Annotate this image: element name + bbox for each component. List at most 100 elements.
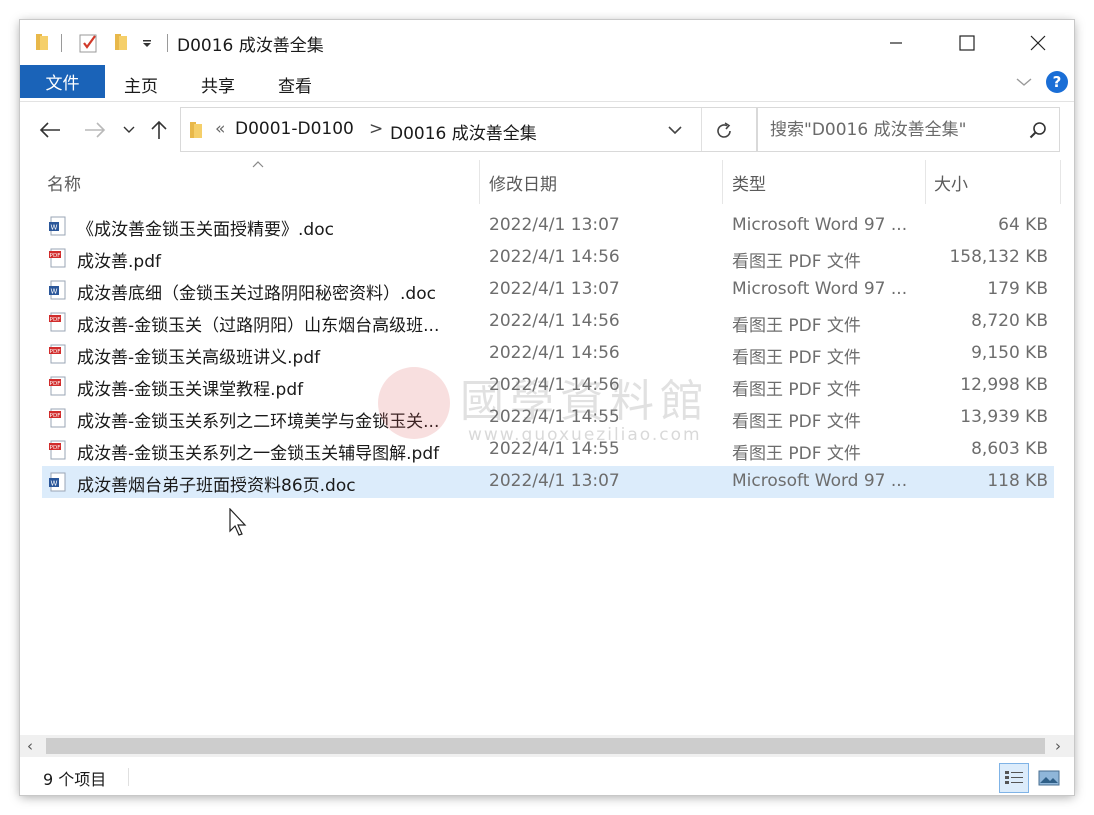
file-size: 12,998 KB bbox=[960, 375, 1048, 395]
breadcrumb-current[interactable]: D0016 成汝善全集 bbox=[390, 119, 537, 144]
file-size: 8,603 KB bbox=[971, 439, 1048, 459]
tab-share[interactable]: 共享 bbox=[201, 72, 235, 97]
folder-icon bbox=[190, 122, 202, 138]
breadcrumb-overflow[interactable]: « bbox=[215, 119, 225, 139]
breadcrumb-separator[interactable]: > bbox=[369, 119, 383, 139]
file-type: Microsoft Word 97 ... bbox=[732, 215, 908, 235]
large-icons-view-icon bbox=[1038, 770, 1060, 786]
svg-text:W: W bbox=[51, 288, 58, 296]
item-count: 9 个项目 bbox=[43, 770, 107, 789]
sort-ascending-icon bbox=[252, 161, 264, 168]
search-input[interactable] bbox=[768, 118, 1022, 142]
svg-text:PDF: PDF bbox=[50, 253, 61, 259]
file-size: 9,150 KB bbox=[971, 343, 1048, 363]
status-bar: 9 个项目 bbox=[20, 760, 1074, 795]
file-date: 2022/4/1 14:56 bbox=[489, 343, 620, 363]
up-arrow-icon[interactable] bbox=[150, 120, 168, 140]
file-row[interactable]: W 《成汝善金锁玉关面授精要》.doc 2022/4/1 13:07 Micro… bbox=[42, 210, 1054, 242]
horizontal-scrollbar[interactable]: ‹ › bbox=[20, 735, 1074, 757]
file-row[interactable]: PDF 成汝善-金锁玉关课堂教程.pdf 2022/4/1 14:56 看图王 … bbox=[42, 370, 1054, 402]
file-type: 看图王 PDF 文件 bbox=[732, 444, 861, 464]
pdf-file-icon: PDF bbox=[49, 376, 66, 396]
recent-locations-icon[interactable] bbox=[123, 126, 135, 134]
file-row[interactable]: PDF 成汝善-金锁玉关系列之一金锁玉关辅导图解.pdf 2022/4/1 14… bbox=[42, 434, 1054, 466]
help-button[interactable]: ? bbox=[1046, 71, 1068, 93]
back-arrow-icon[interactable] bbox=[39, 121, 61, 139]
file-row-selected[interactable]: W 成汝善烟台弟子班面授资料86页.doc 2022/4/1 13:07 Mic… bbox=[42, 466, 1054, 498]
column-header-size[interactable]: 大小 bbox=[934, 170, 968, 195]
address-bar[interactable]: « D0001-D0100 > D0016 成汝善全集 bbox=[180, 107, 757, 152]
mouse-cursor-icon bbox=[229, 508, 247, 536]
svg-text:W: W bbox=[51, 224, 58, 232]
tab-file[interactable]: 文件 bbox=[20, 65, 105, 98]
forward-arrow-icon[interactable] bbox=[84, 121, 106, 139]
svg-text:PDF: PDF bbox=[50, 381, 61, 387]
file-size: 158,132 KB bbox=[949, 247, 1048, 267]
file-row[interactable]: PDF 成汝善-金锁玉关系列之二环境美学与金锁玉关... 2022/4/1 14… bbox=[42, 402, 1054, 434]
maximize-icon bbox=[959, 34, 975, 51]
svg-text:PDF: PDF bbox=[50, 349, 61, 355]
file-size: 179 KB bbox=[987, 279, 1048, 299]
details-view-button[interactable] bbox=[999, 763, 1029, 793]
column-header-name[interactable]: 名称 bbox=[47, 170, 81, 195]
refresh-icon[interactable] bbox=[714, 121, 734, 141]
file-name: 成汝善-金锁玉关（过路阴阳）山东烟台高级班... bbox=[77, 316, 440, 336]
file-name: 成汝善-金锁玉关高级班讲义.pdf bbox=[77, 348, 321, 368]
word-doc-icon: W bbox=[49, 280, 66, 300]
details-view-icon bbox=[1005, 771, 1023, 784]
file-name: 《成汝善金锁玉关面授精要》.doc bbox=[77, 220, 334, 240]
file-row[interactable]: PDF 成汝善.pdf 2022/4/1 14:56 看图王 PDF 文件 15… bbox=[42, 242, 1054, 274]
minimize-button[interactable] bbox=[873, 20, 919, 65]
column-header-date[interactable]: 修改日期 bbox=[489, 170, 557, 195]
file-size: 8,720 KB bbox=[971, 311, 1048, 331]
expand-ribbon-icon[interactable] bbox=[1016, 77, 1032, 87]
file-date: 2022/4/1 14:55 bbox=[489, 439, 620, 459]
scroll-right-icon[interactable]: › bbox=[1055, 737, 1061, 755]
svg-text:W: W bbox=[51, 480, 58, 488]
column-divider[interactable] bbox=[722, 160, 723, 204]
separator bbox=[61, 34, 62, 52]
properties-icon[interactable] bbox=[78, 32, 100, 54]
file-name: 成汝善底细（金锁玉关过路阴阳秘密资料）.doc bbox=[77, 284, 436, 304]
pdf-file-icon: PDF bbox=[49, 248, 66, 268]
file-date: 2022/4/1 13:07 bbox=[489, 279, 620, 299]
scroll-left-icon[interactable]: ‹ bbox=[27, 737, 33, 755]
file-size: 13,939 KB bbox=[960, 407, 1048, 427]
tab-view[interactable]: 查看 bbox=[278, 72, 312, 97]
column-header-type[interactable]: 类型 bbox=[732, 170, 766, 195]
file-name: 成汝善-金锁玉关课堂教程.pdf bbox=[77, 380, 304, 400]
address-dropdown-icon[interactable] bbox=[668, 126, 682, 135]
customize-quick-access-icon[interactable] bbox=[142, 39, 152, 49]
search-icon[interactable] bbox=[1029, 121, 1047, 139]
file-type: Microsoft Word 97 ... bbox=[732, 471, 908, 491]
pdf-file-icon: PDF bbox=[49, 312, 66, 332]
maximize-button[interactable] bbox=[944, 20, 990, 65]
svg-text:PDF: PDF bbox=[50, 317, 61, 323]
pdf-file-icon: PDF bbox=[49, 440, 66, 460]
file-name: 成汝善-金锁玉关系列之二环境美学与金锁玉关... bbox=[77, 412, 440, 432]
tab-home[interactable]: 主页 bbox=[124, 72, 158, 97]
column-divider[interactable] bbox=[479, 160, 480, 204]
word-doc-icon: W bbox=[49, 216, 66, 236]
scrollbar-thumb[interactable] bbox=[46, 738, 1045, 754]
minimize-icon bbox=[890, 41, 902, 44]
file-size: 64 KB bbox=[998, 215, 1048, 235]
help-icon: ? bbox=[1052, 73, 1062, 91]
large-icons-view-button[interactable] bbox=[1034, 763, 1064, 793]
file-row[interactable]: PDF 成汝善-金锁玉关高级班讲义.pdf 2022/4/1 14:56 看图王… bbox=[42, 338, 1054, 370]
file-row[interactable]: PDF 成汝善-金锁玉关（过路阴阳）山东烟台高级班... 2022/4/1 14… bbox=[42, 306, 1054, 338]
file-date: 2022/4/1 13:07 bbox=[489, 471, 620, 491]
file-name: 成汝善.pdf bbox=[77, 252, 161, 272]
close-button[interactable] bbox=[1015, 20, 1061, 65]
title-bar: D0016 成汝善全集 bbox=[20, 20, 1074, 65]
pdf-file-icon: PDF bbox=[49, 344, 66, 364]
new-folder-icon[interactable] bbox=[113, 32, 129, 52]
file-date: 2022/4/1 13:07 bbox=[489, 215, 620, 235]
file-type: 看图王 PDF 文件 bbox=[732, 380, 861, 400]
file-row[interactable]: W 成汝善底细（金锁玉关过路阴阳秘密资料）.doc 2022/4/1 13:07… bbox=[42, 274, 1054, 306]
breadcrumb-item[interactable]: D0001-D0100 bbox=[235, 119, 354, 139]
column-divider[interactable] bbox=[1060, 160, 1061, 204]
column-divider[interactable] bbox=[925, 160, 926, 204]
file-size: 118 KB bbox=[987, 471, 1048, 491]
file-type: 看图王 PDF 文件 bbox=[732, 348, 861, 368]
